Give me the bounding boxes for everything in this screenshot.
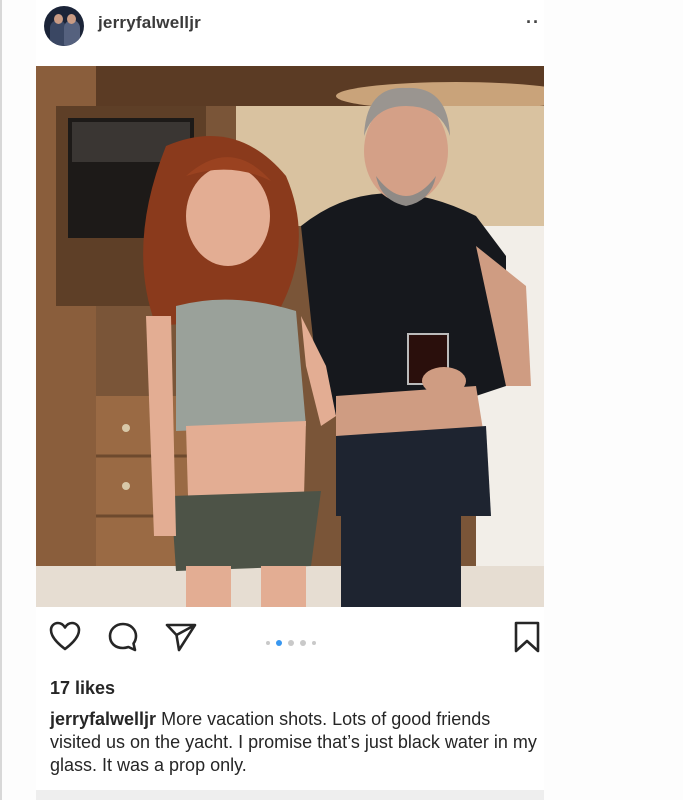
send-icon[interactable]	[164, 620, 198, 654]
bookmark-icon[interactable]	[510, 620, 544, 654]
woman-midriff	[186, 421, 306, 496]
bottom-divider	[36, 790, 544, 800]
woman-right-leg	[261, 566, 306, 607]
likes-count[interactable]: 17 likes	[50, 678, 115, 699]
drawer-knob-2	[122, 482, 130, 490]
carousel-dot	[266, 640, 270, 645]
man-shirt	[301, 193, 506, 416]
caption-username[interactable]: jerryfalwelljr	[50, 709, 156, 729]
carousel-dot	[312, 640, 316, 645]
comment-icon[interactable]	[106, 620, 140, 654]
post-actions	[36, 620, 544, 660]
post-username[interactable]: jerryfalwelljr	[98, 13, 201, 33]
carousel-dot	[288, 639, 294, 646]
man-jeans	[341, 506, 461, 607]
heart-icon[interactable]	[48, 620, 82, 654]
woman-shorts	[171, 491, 321, 571]
carousel-indicator	[266, 634, 322, 646]
woman-left-leg	[186, 566, 231, 607]
man-jeans-top	[336, 426, 491, 516]
avatar-head-left	[54, 14, 63, 24]
woman-face	[186, 166, 270, 266]
profile-avatar[interactable]	[44, 6, 84, 46]
avatar-head-right	[67, 14, 76, 24]
more-options-icon[interactable]: ··	[526, 12, 540, 33]
post-header: jerryfalwelljr ··	[36, 0, 544, 62]
woman-crop-top	[176, 299, 306, 431]
man-hand	[422, 367, 466, 395]
instagram-post: jerryfalwelljr ·· 17 likes jerryfalwellj…	[36, 0, 544, 800]
left-border	[0, 0, 2, 800]
drawer-knob-1	[122, 424, 130, 432]
photo-illustration	[36, 66, 544, 607]
carousel-dot-active	[276, 639, 282, 646]
screenshot-frame: jerryfalwelljr ·· 17 likes jerryfalwellj…	[0, 0, 683, 800]
carousel-dot	[300, 639, 306, 646]
post-photo[interactable]	[36, 66, 544, 607]
post-caption: jerryfalwelljr More vacation shots. Lots…	[50, 708, 540, 777]
